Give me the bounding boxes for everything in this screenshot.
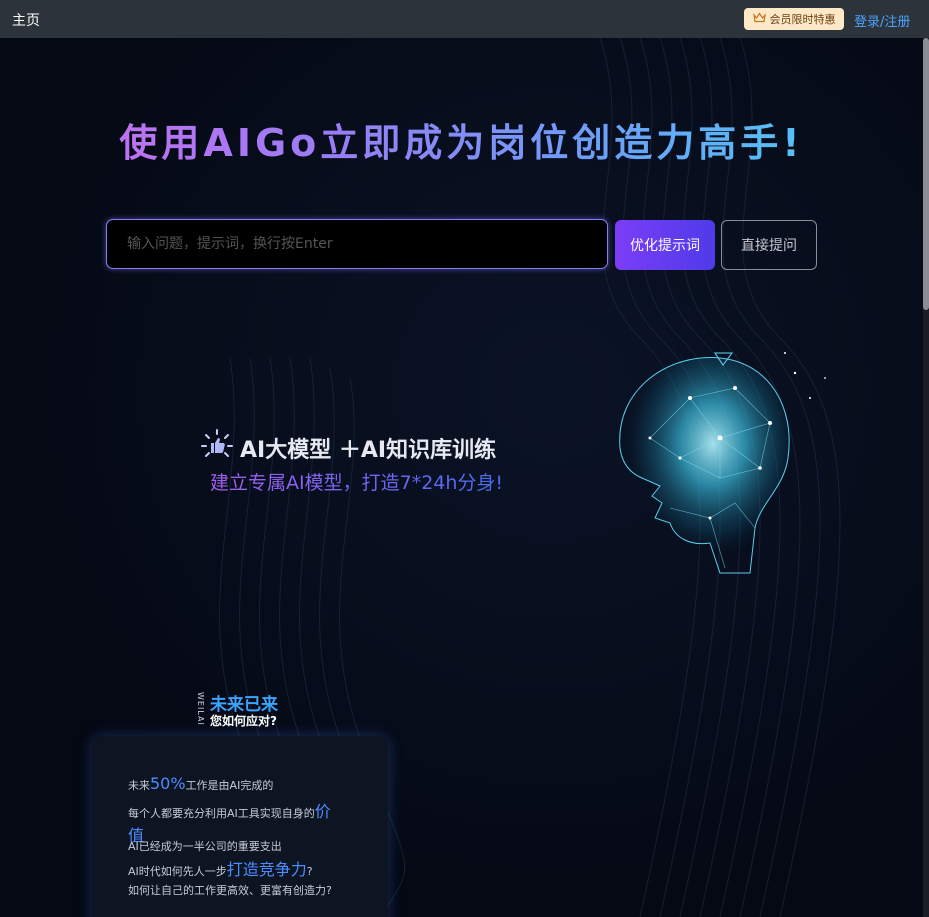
crown-icon xyxy=(752,12,766,26)
feature-title: AI大模型 ＋AI知识库训练 xyxy=(200,428,496,468)
future-side-text: WEILAI xyxy=(196,692,205,726)
card-row-1: 未来50%工作是由AI完成的 xyxy=(128,774,273,793)
card-row-5: 如何让自己的工作更高效、更富有创造力? xyxy=(128,884,332,897)
question-input[interactable] xyxy=(106,219,608,269)
card-row-2-prefix: 每个人都要充分利用AI工具实现自身的 xyxy=(128,807,315,820)
card-row-4: AI时代如何先人一步打造竞争力? xyxy=(128,856,313,880)
future-subtitle: 您如何应对? xyxy=(210,714,277,728)
top-navigation-bar: 主页 会员限时特惠 登录/注册 xyxy=(0,0,929,38)
ai-head-illustration xyxy=(619,352,826,574)
page-scrollbar[interactable] xyxy=(923,38,929,917)
vip-promo-label: 会员限时特惠 xyxy=(769,13,836,26)
nav-home-link[interactable]: 主页 xyxy=(12,10,40,30)
direct-ask-button[interactable]: 直接提问 xyxy=(721,220,817,270)
main-content: 使用AIGo立即成为岗位创造力高手! 优化提示词 直接提问 AI大模型 ＋AI知… xyxy=(0,38,923,917)
future-info-card: 未来50%工作是由AI完成的 每个人都要充分利用AI工具实现自身的价值 AI已经… xyxy=(92,736,388,917)
card-row-4-suffix: ? xyxy=(306,865,313,878)
card-row-4-prefix: AI时代如何先人一步 xyxy=(128,865,227,878)
scrollbar-thumb[interactable] xyxy=(923,38,929,310)
card-row-1-suffix: 工作是由AI完成的 xyxy=(185,779,274,792)
optimize-prompt-button[interactable]: 优化提示词 xyxy=(615,220,715,270)
card-row-3: AI已经成为一半公司的重要支出 xyxy=(128,840,282,853)
feature-title-text: AI大模型 ＋AI知识库训练 xyxy=(240,438,497,463)
login-register-link[interactable]: 登录/注册 xyxy=(854,11,910,30)
card-row-4-highlight: 打造竞争力 xyxy=(226,860,307,879)
card-row-1-highlight: 50% xyxy=(150,774,186,793)
card-row-1-prefix: 未来 xyxy=(128,779,150,792)
vip-promo-button[interactable]: 会员限时特惠 xyxy=(744,8,844,30)
hero-headline: 使用AIGo立即成为岗位创造力高手! xyxy=(0,112,923,167)
feature-subtitle: 建立专属AI模型，打造7*24h分身! xyxy=(210,468,503,495)
thumbs-up-sparkle-icon xyxy=(200,428,234,468)
